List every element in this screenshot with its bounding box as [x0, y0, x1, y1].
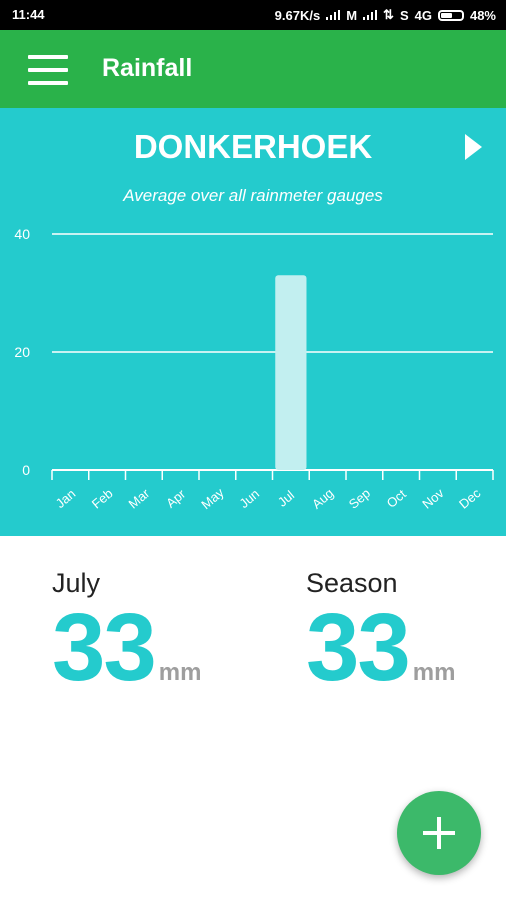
month-value: 33 [52, 594, 157, 701]
x-tick-label-oct: Oct [384, 486, 409, 511]
season-stat: Season 33 mm [306, 568, 455, 703]
x-tick-label-jan: Jan [53, 486, 79, 511]
x-tick-label-jun: Jun [236, 486, 262, 511]
station-name: DONKERHOEK [133, 128, 373, 165]
data-transfer-icon: ⇅ [383, 7, 394, 22]
month-stat: July 33 mm [52, 568, 201, 703]
network-type: 4G [414, 7, 432, 23]
y-tick-label-20: 20 [14, 344, 30, 360]
battery-icon [437, 9, 464, 21]
sim-label: S [399, 7, 409, 23]
carrier-label: M [346, 7, 358, 23]
y-tick-label-40: 40 [14, 226, 30, 242]
x-tick-label-feb: Feb [89, 486, 116, 512]
app-title: Rainfall [102, 54, 193, 82]
chart-panel: DONKERHOEK Average over all rainmeter ga… [0, 108, 506, 536]
x-tick-label-dec: Dec [456, 485, 484, 512]
app-bar: Rainfall [0, 30, 506, 108]
signal-icon-2 [363, 10, 378, 20]
rainfall-chart: 0 20 40 Jan Feb Mar Apr May Jun Jul Aug Sep Oct Nov De… [14, 226, 494, 513]
hamburger-menu-icon[interactable] [28, 55, 68, 85]
status-time: 11:44 [12, 7, 45, 22]
x-tick-label-nov: Nov [419, 485, 447, 512]
season-unit: mm [412, 659, 456, 686]
signal-icon [326, 10, 341, 20]
status-bar: 11:44 9.67K/s M ⇅ S 4G 48% [0, 0, 506, 30]
next-station-icon[interactable] [465, 134, 482, 160]
x-tick-label-mar: Mar [126, 485, 153, 511]
y-tick-label-0: 0 [22, 462, 30, 478]
net-speed: 9.67K/s [274, 7, 321, 23]
month-unit: mm [158, 659, 202, 686]
x-tick-label-apr: Apr [163, 486, 189, 511]
x-tick-label-aug: Aug [309, 485, 336, 511]
add-reading-button[interactable] [397, 791, 481, 875]
status-icons: 9.67K/s M ⇅ S 4G 48% [275, 7, 496, 23]
bar-jul [275, 275, 307, 470]
season-value: 33 [306, 594, 411, 701]
battery-percent: 48% [469, 7, 496, 23]
x-tick-label-jul: Jul [275, 487, 297, 509]
chart-subtitle: Average over all rainmeter gauges [123, 186, 383, 205]
x-tick-label-sep: Sep [346, 485, 373, 511]
x-tick-label-may: May [198, 485, 227, 513]
